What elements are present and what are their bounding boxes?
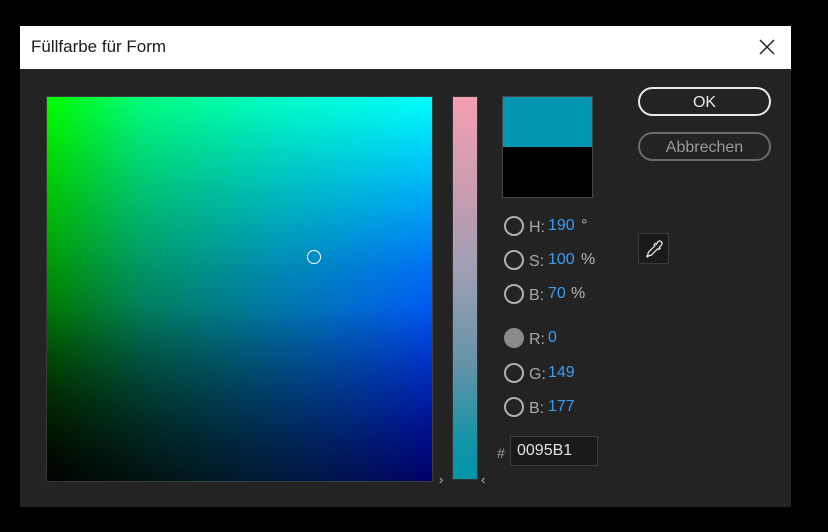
hex-prefix: # bbox=[497, 445, 505, 461]
blue-value[interactable]: 177 bbox=[548, 398, 575, 416]
window-title: Füllfarbe für Form bbox=[31, 37, 167, 56]
ok-button[interactable]: OK bbox=[638, 87, 771, 116]
hue-value[interactable]: 190 bbox=[548, 217, 575, 235]
brightness-radio[interactable] bbox=[504, 284, 524, 304]
saturation-brightness-field[interactable] bbox=[46, 96, 433, 482]
hue-unit: ° bbox=[581, 217, 588, 234]
brightness-unit: % bbox=[571, 285, 586, 302]
hue-slider-left-marker[interactable]: › bbox=[439, 472, 443, 487]
red-radio[interactable] bbox=[504, 328, 524, 348]
brightness-value[interactable]: 70 bbox=[548, 285, 566, 303]
close-icon bbox=[759, 39, 775, 55]
eyedropper-button[interactable] bbox=[638, 233, 669, 264]
saturation-radio[interactable] bbox=[504, 250, 524, 270]
red-label: R: bbox=[529, 331, 545, 348]
cancel-button[interactable]: Abbrechen bbox=[638, 132, 771, 161]
close-button[interactable] bbox=[752, 32, 782, 62]
blue-label: B: bbox=[529, 400, 545, 417]
color-picker-ring[interactable] bbox=[307, 250, 321, 264]
saturation-label: S: bbox=[529, 253, 545, 270]
eyedropper-icon bbox=[645, 239, 663, 258]
hue-slider[interactable] bbox=[452, 96, 478, 480]
green-label: G: bbox=[529, 366, 546, 383]
hue-slider-right-marker[interactable]: ‹ bbox=[481, 472, 485, 487]
saturation-value[interactable]: 100 bbox=[548, 251, 575, 269]
color-picker-dialog: Füllfarbe für Form › ‹ OK Abbrechen H: 1… bbox=[20, 26, 791, 507]
new-color-swatch bbox=[503, 97, 592, 147]
color-swatch bbox=[502, 96, 593, 198]
red-value[interactable]: 0 bbox=[548, 329, 557, 347]
hue-radio[interactable] bbox=[504, 216, 524, 236]
title-bar: Füllfarbe für Form bbox=[20, 26, 791, 69]
hex-input[interactable]: 0095B1 bbox=[510, 436, 598, 466]
green-value[interactable]: 149 bbox=[548, 364, 575, 382]
green-radio[interactable] bbox=[504, 363, 524, 383]
brightness-label: B: bbox=[529, 287, 545, 304]
hue-label: H: bbox=[529, 219, 545, 236]
saturation-unit: % bbox=[581, 251, 596, 268]
original-color-swatch[interactable] bbox=[503, 147, 592, 197]
blue-radio[interactable] bbox=[504, 397, 524, 417]
